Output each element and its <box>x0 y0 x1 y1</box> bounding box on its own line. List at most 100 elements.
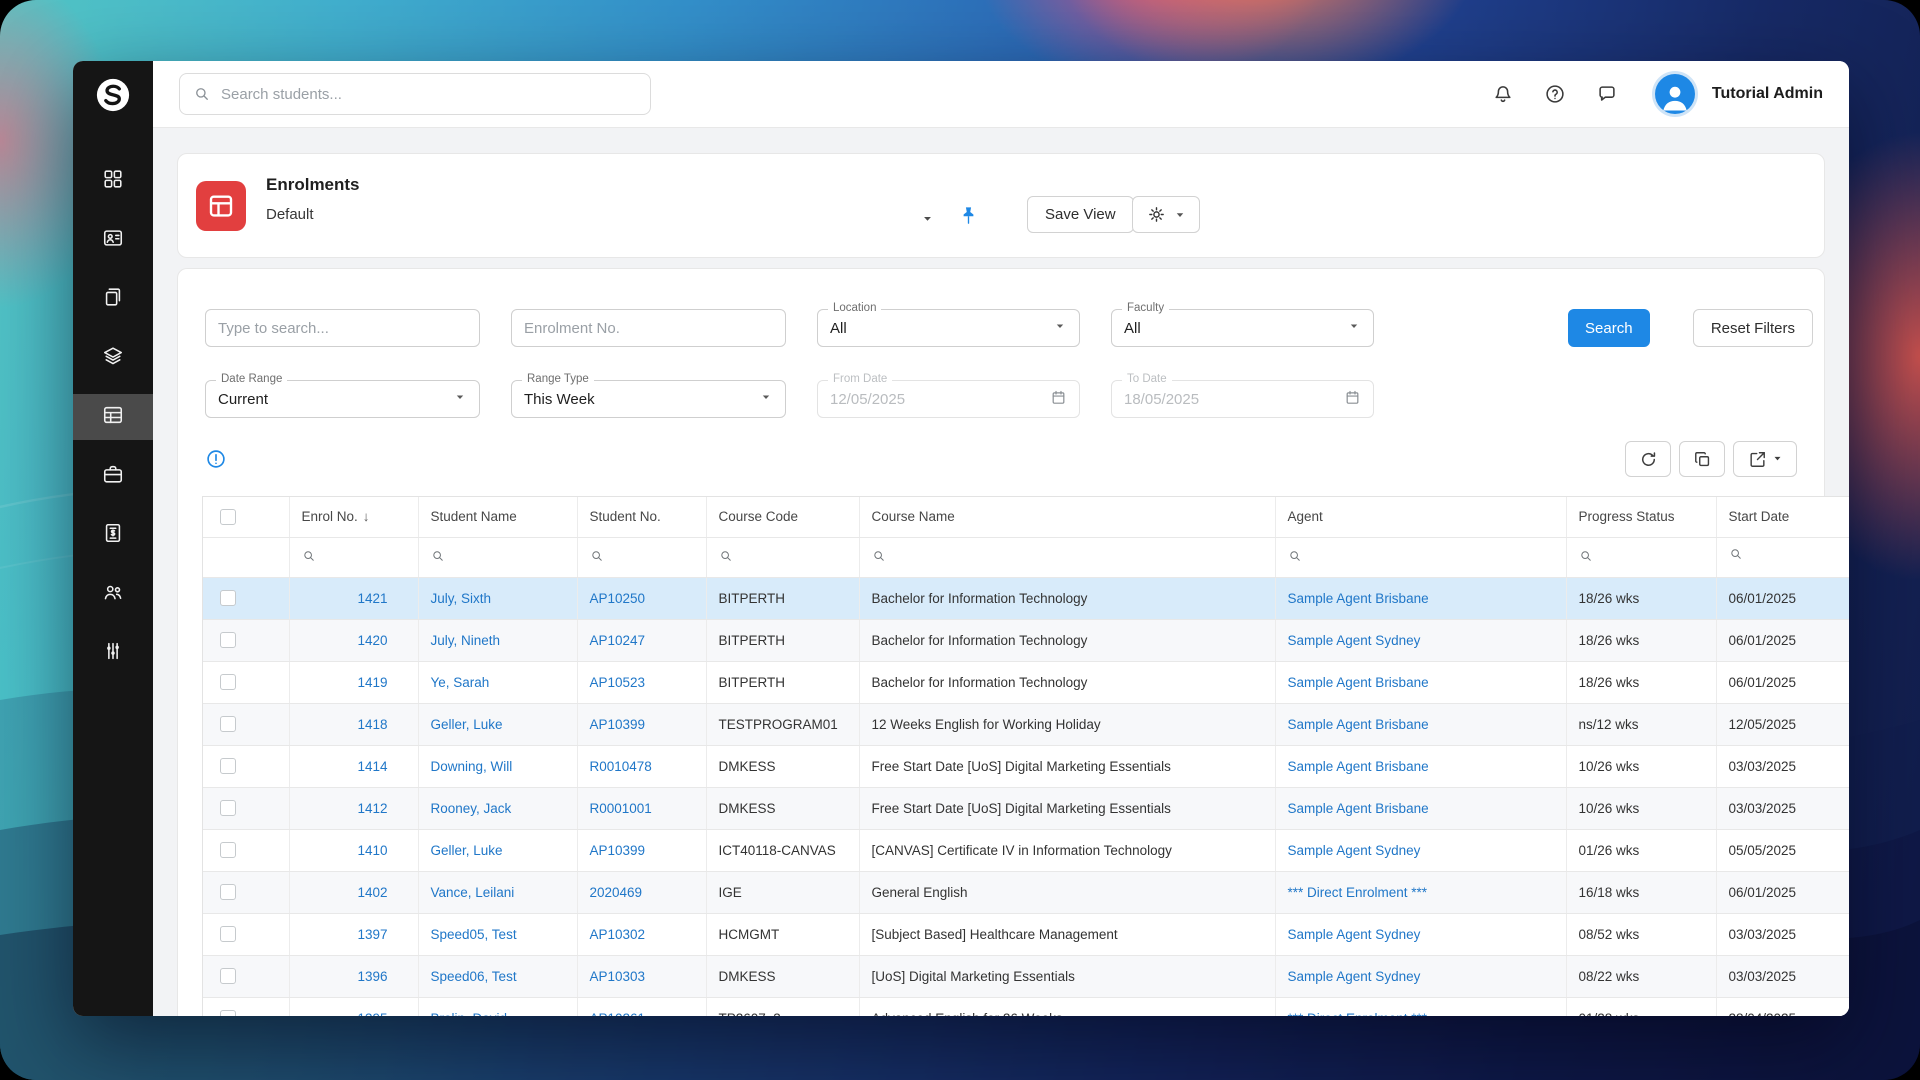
to-date-field[interactable]: To Date 18/05/2025 <box>1111 373 1374 418</box>
enrol-no-link[interactable]: 1397 <box>357 927 387 942</box>
table-row[interactable]: 1396 Speed06, Test AP10303 DMKESS [UoS] Digi… <box>203 955 1849 998</box>
sidebar-item-enrolments[interactable] <box>73 394 153 440</box>
row-checkbox[interactable] <box>220 632 236 649</box>
enrol-no-link[interactable]: 1414 <box>357 759 387 774</box>
date-range-select[interactable]: Date Range Current <box>205 373 480 418</box>
enrol-no-link[interactable]: 1402 <box>357 885 387 900</box>
column-filter-cell[interactable] <box>577 537 707 578</box>
view-settings-button[interactable] <box>1132 196 1200 233</box>
table-row[interactable]: 1414 Downing, Will R0010478 DMKESS Free Star… <box>203 745 1849 788</box>
column-header[interactable]: Agent <box>1275 497 1567 538</box>
sidebar-item-courses[interactable] <box>73 335 153 381</box>
enrol-no-link[interactable]: 1420 <box>357 633 387 648</box>
student-no-link[interactable]: 2020469 <box>590 885 643 900</box>
enrolment-no-filter-field[interactable] <box>511 309 786 347</box>
export-button[interactable] <box>1733 441 1797 477</box>
student-no-link[interactable]: AP10523 <box>590 675 646 690</box>
table-row[interactable]: 1418 Geller, Luke AP10399 TESTPROGRAM01 12 W… <box>203 703 1849 746</box>
agent-link[interactable]: Sample Agent Sydney <box>1288 843 1421 858</box>
student-no-link[interactable]: AP10247 <box>590 633 646 648</box>
refresh-button[interactable] <box>1625 441 1671 477</box>
agent-link[interactable]: Sample Agent Sydney <box>1288 927 1421 942</box>
calendar-icon[interactable] <box>1050 389 1067 410</box>
enrolment-no-filter-input[interactable] <box>524 319 773 337</box>
enrol-no-link[interactable]: 1419 <box>357 675 387 690</box>
student-no-link[interactable]: AP10399 <box>590 843 646 858</box>
student-no-link[interactable]: R0010478 <box>590 759 652 774</box>
student-name-link[interactable]: Downing, Will <box>431 759 513 774</box>
sidebar-item-documents[interactable] <box>73 276 153 322</box>
notifications-bell-icon[interactable] <box>1492 83 1514 105</box>
search-button[interactable]: Search <box>1567 309 1650 347</box>
reset-filters-button[interactable]: Reset Filters <box>1692 309 1813 347</box>
agent-link[interactable]: Sample Agent Brisbane <box>1288 759 1429 774</box>
table-row[interactable]: 1410 Geller, Luke AP10399 ICT40118-CANVAS [C… <box>203 829 1849 872</box>
student-name-link[interactable]: Ye, Sarah <box>431 675 490 690</box>
table-row[interactable]: 1397 Speed05, Test AP10302 HCMGMT [Subject B… <box>203 913 1849 956</box>
sidebar-item-finance[interactable] <box>73 512 153 558</box>
column-header[interactable]: Progress Status <box>1566 497 1717 538</box>
chat-icon[interactable] <box>1596 83 1618 105</box>
column-filter-cell[interactable] <box>706 537 860 578</box>
pin-view-icon[interactable] <box>957 204 980 232</box>
column-header[interactable]: Student Name <box>418 497 578 538</box>
from-date-field[interactable]: From Date 12/05/2025 <box>817 373 1080 418</box>
user-avatar[interactable] <box>1651 71 1698 117</box>
row-checkbox[interactable] <box>220 800 236 817</box>
column-filter-cell[interactable] <box>289 537 419 578</box>
column-header[interactable]: Start Date <box>1716 497 1849 538</box>
row-checkbox[interactable] <box>220 1010 236 1016</box>
column-header[interactable]: Course Name <box>859 497 1276 538</box>
sidebar-item-dashboard[interactable] <box>73 158 153 204</box>
global-search-input[interactable] <box>221 85 637 103</box>
agent-link[interactable]: Sample Agent Sydney <box>1288 633 1421 648</box>
row-checkbox[interactable] <box>220 590 236 607</box>
student-name-link[interactable]: Vance, Leilani <box>431 885 515 900</box>
row-checkbox[interactable] <box>220 674 236 691</box>
agent-link[interactable]: Sample Agent Brisbane <box>1288 675 1429 690</box>
row-checkbox[interactable] <box>220 926 236 943</box>
calendar-icon[interactable] <box>1344 389 1361 410</box>
row-checkbox[interactable] <box>220 968 236 985</box>
range-type-select[interactable]: Range Type This Week <box>511 373 786 418</box>
column-filter-cell[interactable] <box>418 537 578 578</box>
app-logo-icon[interactable] <box>73 61 153 128</box>
student-no-link[interactable]: AP10302 <box>590 927 646 942</box>
enrol-no-link[interactable]: 1418 <box>357 717 387 732</box>
column-header[interactable]: Enrol No. ↓ <box>289 497 419 538</box>
global-search[interactable] <box>179 73 651 115</box>
column-header[interactable]: Student No. <box>577 497 707 538</box>
student-no-link[interactable]: R0001001 <box>590 801 652 816</box>
student-no-link[interactable]: AP10250 <box>590 591 646 606</box>
view-dropdown-caret-icon[interactable] <box>920 211 935 231</box>
agent-link[interactable]: *** Direct Enrolment *** <box>1288 1011 1428 1017</box>
column-filter-cell[interactable] <box>1275 537 1567 578</box>
student-name-link[interactable]: Geller, Luke <box>431 843 503 858</box>
info-alert-icon[interactable] <box>205 448 227 470</box>
table-row[interactable]: 1412 Rooney, Jack R0001001 DMKESS Free Start… <box>203 787 1849 830</box>
enrol-no-link[interactable]: 1410 <box>357 843 387 858</box>
table-row[interactable]: 1402 Vance, Leilani 2020469 IGE General Engl… <box>203 871 1849 914</box>
keyword-filter-field[interactable] <box>205 309 480 347</box>
sidebar-item-agents[interactable] <box>73 571 153 617</box>
enrol-no-link[interactable]: 1396 <box>357 969 387 984</box>
table-row[interactable]: 1395 Brolin, David AP10261 TP2607_3Advanced… <box>203 997 1849 1016</box>
calendar-icon[interactable] <box>1848 549 1850 568</box>
row-checkbox[interactable] <box>220 758 236 775</box>
keyword-filter-input[interactable] <box>218 319 467 337</box>
student-name-link[interactable]: July, Sixth <box>431 591 492 606</box>
copy-button[interactable] <box>1679 441 1725 477</box>
column-filter-cell[interactable] <box>1566 537 1717 578</box>
sidebar-item-services[interactable] <box>73 453 153 499</box>
student-no-link[interactable]: AP10399 <box>590 717 646 732</box>
student-no-link[interactable]: AP10303 <box>590 969 646 984</box>
sidebar-item-contacts[interactable] <box>73 217 153 263</box>
table-row[interactable]: 1419 Ye, Sarah AP10523 BITPERTH Bachelor for… <box>203 661 1849 704</box>
agent-link[interactable]: Sample Agent Brisbane <box>1288 717 1429 732</box>
select-all-checkbox[interactable] <box>220 508 236 525</box>
row-checkbox[interactable] <box>220 842 236 859</box>
agent-link[interactable]: Sample Agent Sydney <box>1288 969 1421 984</box>
column-filter-cell[interactable] <box>1716 537 1850 578</box>
student-no-link[interactable]: AP10261 <box>590 1011 646 1017</box>
sidebar-item-settings[interactable] <box>73 630 153 676</box>
